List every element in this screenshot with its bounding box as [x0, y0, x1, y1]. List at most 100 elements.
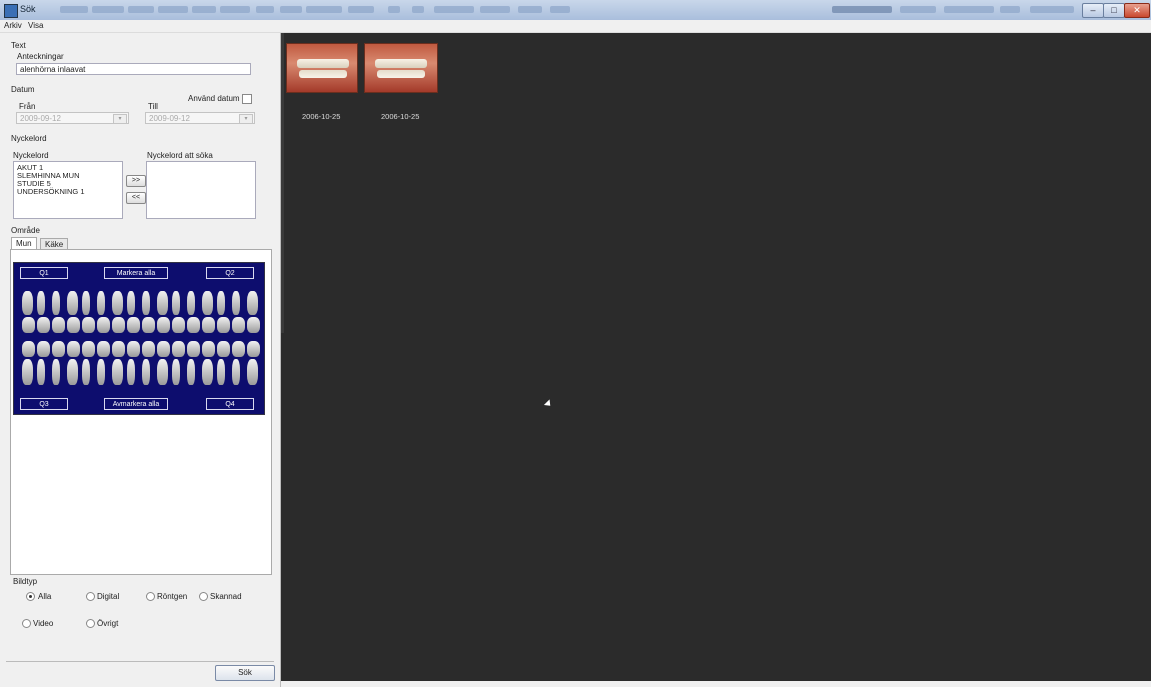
- toolbar-item[interactable]: [220, 6, 250, 13]
- tooth-icon[interactable]: [22, 317, 35, 333]
- list-item[interactable]: UNDERSÖKNING 1: [17, 188, 119, 196]
- toolbar-item[interactable]: [832, 6, 892, 13]
- maximize-button[interactable]: □: [1103, 3, 1125, 18]
- tooth-icon[interactable]: [52, 291, 60, 315]
- tooth-icon[interactable]: [232, 341, 245, 357]
- tooth-icon[interactable]: [22, 341, 35, 357]
- tooth-icon[interactable]: [37, 291, 45, 315]
- tooth-icon[interactable]: [172, 317, 185, 333]
- tooth-icon[interactable]: [157, 291, 168, 315]
- tooth-icon[interactable]: [67, 359, 78, 385]
- toolbar-item[interactable]: [518, 6, 542, 13]
- tooth-icon[interactable]: [232, 291, 240, 315]
- radio-other[interactable]: [86, 619, 95, 628]
- tooth-icon[interactable]: [247, 317, 260, 333]
- toolbar-item[interactable]: [60, 6, 88, 13]
- toolbar-item[interactable]: [900, 6, 936, 13]
- toolbar-item[interactable]: [944, 6, 994, 13]
- tooth-icon[interactable]: [37, 341, 50, 357]
- tooth-icon[interactable]: [67, 291, 78, 315]
- toolbar-item[interactable]: [306, 6, 342, 13]
- tooth-icon[interactable]: [97, 291, 105, 315]
- tooth-icon[interactable]: [37, 317, 50, 333]
- tooth-icon[interactable]: [232, 317, 245, 333]
- thumbnail-image[interactable]: [286, 43, 358, 93]
- tooth-icon[interactable]: [52, 359, 60, 385]
- tooth-icon[interactable]: [52, 341, 65, 357]
- toolbar-item[interactable]: [256, 6, 274, 13]
- radio-scanned[interactable]: [199, 592, 208, 601]
- tooth-icon[interactable]: [187, 359, 195, 385]
- tooth-icon[interactable]: [82, 291, 90, 315]
- tooth-icon[interactable]: [247, 359, 258, 385]
- tooth-icon[interactable]: [172, 359, 180, 385]
- keywords-search-list[interactable]: [146, 161, 256, 219]
- use-date-checkbox[interactable]: [242, 94, 252, 104]
- tooth-icon[interactable]: [112, 291, 123, 315]
- tooth-icon[interactable]: [142, 341, 155, 357]
- tooth-icon[interactable]: [52, 317, 65, 333]
- toolbar-item[interactable]: [1000, 6, 1020, 13]
- tooth-icon[interactable]: [202, 359, 213, 385]
- tooth-icon[interactable]: [247, 341, 260, 357]
- radio-all[interactable]: [26, 592, 35, 601]
- tooth-icon[interactable]: [187, 291, 195, 315]
- minimize-button[interactable]: –: [1082, 3, 1104, 18]
- q1-button[interactable]: Q1: [20, 267, 68, 279]
- toolbar-item[interactable]: [158, 6, 188, 13]
- splitter[interactable]: [281, 33, 284, 333]
- keywords-list[interactable]: AKUT 1 SLEMHINNA MUN STUDIE 5 UNDERSÖKNI…: [13, 161, 123, 219]
- menu-visa[interactable]: Visa: [28, 21, 43, 30]
- toolbar-item[interactable]: [480, 6, 510, 13]
- close-button[interactable]: ✕: [1124, 3, 1150, 18]
- tooth-icon[interactable]: [97, 359, 105, 385]
- tooth-icon[interactable]: [202, 317, 215, 333]
- tooth-icon[interactable]: [22, 291, 33, 315]
- tooth-icon[interactable]: [127, 317, 140, 333]
- tooth-icon[interactable]: [187, 317, 200, 333]
- tooth-icon[interactable]: [142, 317, 155, 333]
- tooth-icon[interactable]: [217, 359, 225, 385]
- tooth-icon[interactable]: [142, 359, 150, 385]
- tooth-icon[interactable]: [82, 359, 90, 385]
- tooth-icon[interactable]: [22, 359, 33, 385]
- tooth-icon[interactable]: [172, 291, 180, 315]
- to-date-picker[interactable]: 2009-09-12 ▾: [145, 112, 255, 124]
- search-button[interactable]: Sök: [215, 665, 275, 681]
- tooth-icon[interactable]: [202, 341, 215, 357]
- tooth-icon[interactable]: [217, 317, 230, 333]
- thumbnail-image[interactable]: [364, 43, 438, 93]
- toolbar-item[interactable]: [412, 6, 424, 13]
- tooth-icon[interactable]: [112, 359, 123, 385]
- tooth-icon[interactable]: [172, 341, 185, 357]
- radio-video[interactable]: [22, 619, 31, 628]
- add-keyword-button[interactable]: >>: [126, 175, 146, 187]
- tooth-icon[interactable]: [157, 317, 170, 333]
- tooth-icon[interactable]: [187, 341, 200, 357]
- tooth-icon[interactable]: [157, 359, 168, 385]
- toolbar-item[interactable]: [92, 6, 124, 13]
- radio-xray[interactable]: [146, 592, 155, 601]
- q3-button[interactable]: Q3: [20, 398, 68, 410]
- tooth-icon[interactable]: [127, 291, 135, 315]
- tooth-icon[interactable]: [97, 317, 110, 333]
- image-viewer[interactable]: [281, 33, 1151, 681]
- toolbar-item[interactable]: [434, 6, 474, 13]
- toolbar-item[interactable]: [128, 6, 154, 13]
- tooth-icon[interactable]: [82, 341, 95, 357]
- tooth-icon[interactable]: [127, 359, 135, 385]
- tooth-icon[interactable]: [232, 359, 240, 385]
- calendar-icon[interactable]: ▾: [113, 114, 127, 124]
- tooth-chart[interactable]: Q1 Markera alla Q2 Q3 Avmarkera alla Q4: [13, 262, 265, 415]
- radio-digital[interactable]: [86, 592, 95, 601]
- toolbar-item[interactable]: [192, 6, 216, 13]
- from-date-picker[interactable]: 2009-09-12 ▾: [16, 112, 129, 124]
- tooth-icon[interactable]: [247, 291, 258, 315]
- q2-button[interactable]: Q2: [206, 267, 254, 279]
- tooth-icon[interactable]: [217, 341, 230, 357]
- tooth-icon[interactable]: [157, 341, 170, 357]
- mark-all-button[interactable]: Markera alla: [104, 267, 168, 279]
- unmark-all-button[interactable]: Avmarkera alla: [104, 398, 168, 410]
- calendar-icon[interactable]: ▾: [239, 114, 253, 124]
- tooth-icon[interactable]: [217, 291, 225, 315]
